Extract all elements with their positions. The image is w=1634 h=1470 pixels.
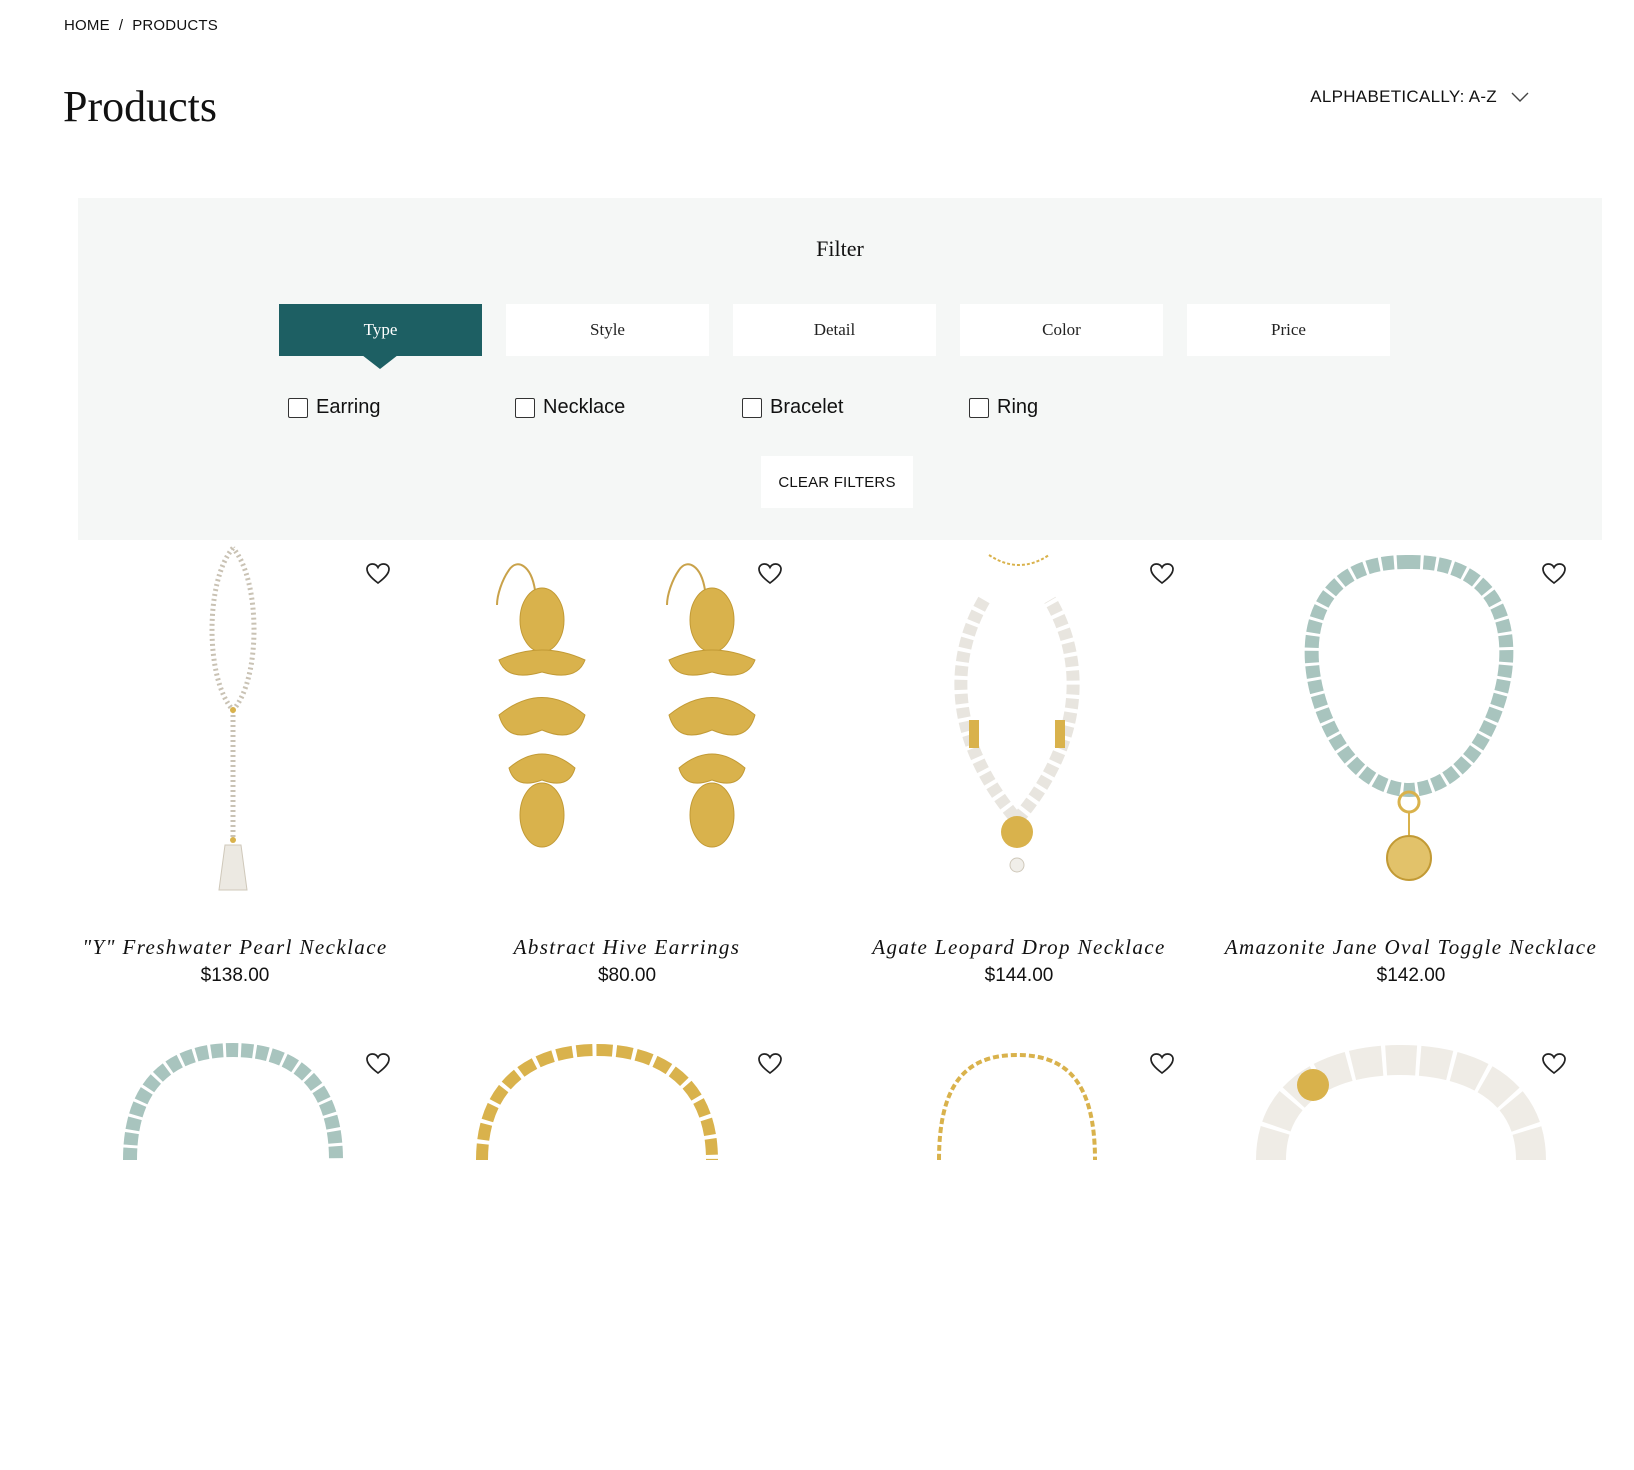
product-card[interactable]: "Y" Freshwater Pearl Necklace $138.00 [55,540,415,986]
active-tab-pointer [362,355,398,369]
breadcrumb: HOME / PRODUCTS [64,17,218,34]
heart-icon[interactable] [757,1052,783,1076]
tab-type[interactable]: Type [279,304,482,369]
product-card[interactable]: Amazonite Jane Oval Toggle Necklace $142… [1225,540,1596,986]
product-image-gold-link-necklace[interactable] [839,1030,1199,1385]
heart-icon[interactable] [365,1052,391,1076]
product-price: $142.00 [1376,965,1446,986]
page-title: Products [63,82,217,131]
product-card[interactable]: Abstract Hive Earrings $80.00 [447,540,807,986]
product-card[interactable] [55,1030,415,1470]
filter-option-bracelet[interactable]: Bracelet [742,396,843,419]
chevron-down-icon [1511,92,1529,102]
filter-title: Filter [816,236,864,261]
filter-option-ring[interactable]: Ring [969,396,1038,419]
necklace-label: Necklace [543,396,626,418]
earring-checkbox[interactable] [288,397,308,418]
heart-icon[interactable] [365,562,391,586]
tab-type-label: Type [363,320,398,339]
product-card[interactable] [447,1030,807,1470]
product-image-agate-necklace[interactable] [839,540,1199,895]
product-name[interactable]: Agate Leopard Drop Necklace [819,935,1219,960]
heart-icon[interactable] [1149,1052,1175,1076]
heart-icon[interactable] [1149,562,1175,586]
breadcrumb-home-link[interactable]: HOME [64,17,110,34]
bracelet-checkbox[interactable] [742,397,762,418]
product-price: $144.00 [984,965,1054,986]
filter-option-necklace[interactable]: Necklace [515,396,625,419]
product-image-amazonite-necklace[interactable] [1231,540,1591,895]
tab-color-label: Color [1042,320,1081,339]
product-image-pearl-bracelet[interactable] [1231,1030,1591,1385]
ring-label: Ring [997,396,1039,418]
tab-detail[interactable]: Detail [733,304,936,356]
product-image-hive-earrings[interactable] [447,540,807,895]
tab-detail-label: Detail [813,320,856,339]
breadcrumb-current[interactable]: PRODUCTS [132,17,218,34]
tab-color[interactable]: Color [960,304,1163,356]
ring-checkbox[interactable] [969,397,989,418]
product-name[interactable]: Amazonite Jane Oval Toggle Necklace [1211,935,1611,960]
product-image-beaded-necklace[interactable] [55,1030,415,1385]
earring-label: Earring [316,396,381,418]
tab-price[interactable]: Price [1187,304,1390,356]
heart-icon[interactable] [1541,1052,1567,1076]
tab-style[interactable]: Style [506,304,709,356]
heart-icon[interactable] [1541,562,1567,586]
clear-filters-button[interactable]: CLEAR FILTERS [761,456,913,508]
product-image-pearl-y-necklace[interactable] [55,540,415,895]
filter-option-earring[interactable]: Earring [288,396,380,419]
product-card[interactable] [1231,1030,1591,1470]
sort-label: ALPHABETICALLY: A-Z [1310,87,1497,106]
bracelet-label: Bracelet [770,396,844,418]
product-name[interactable]: Abstract Hive Earrings [427,935,827,960]
tab-style-label: Style [590,320,625,339]
necklace-checkbox[interactable] [515,397,535,418]
product-card[interactable]: Agate Leopard Drop Necklace $144.00 [839,540,1199,986]
product-price: $80.00 [597,965,657,986]
filter-panel: Filter Type Style Detail Color Price Ear… [78,198,1602,540]
product-price: $138.00 [200,965,270,986]
product-card[interactable] [839,1030,1199,1470]
product-name[interactable]: "Y" Freshwater Pearl Necklace [35,935,435,960]
product-image-chain-necklace[interactable] [447,1030,807,1385]
breadcrumb-separator: / [118,17,124,34]
tab-price-label: Price [1271,320,1306,339]
heart-icon[interactable] [757,562,783,586]
sort-dropdown[interactable]: ALPHABETICALLY: A-Z [1310,87,1529,107]
